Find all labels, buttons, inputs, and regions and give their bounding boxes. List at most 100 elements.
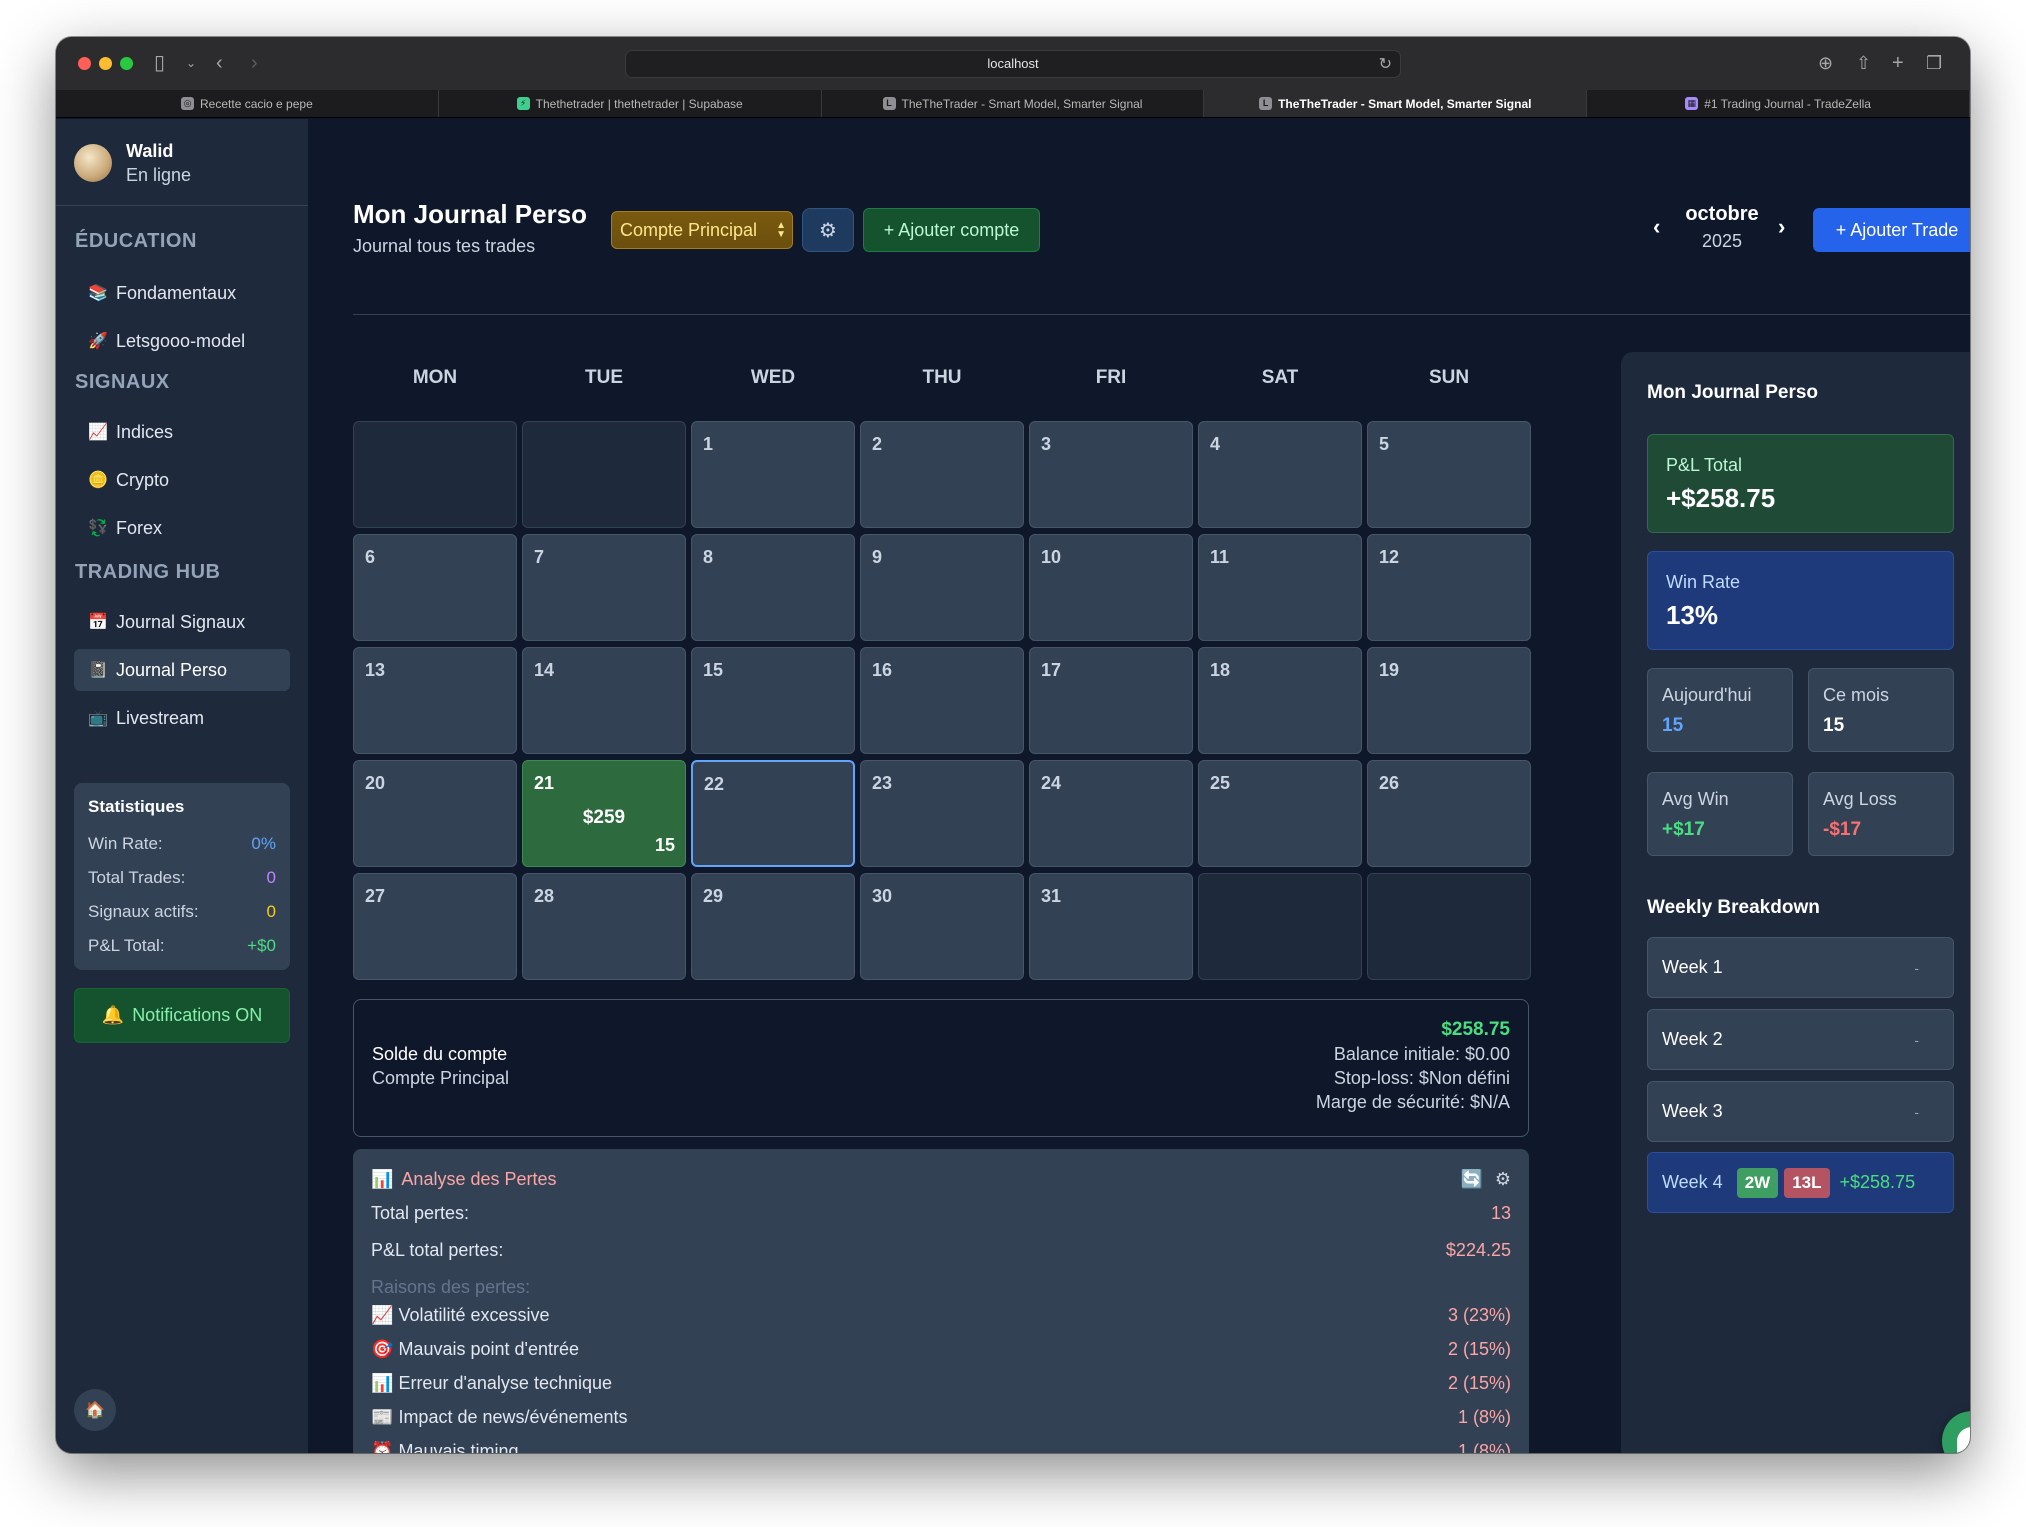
account-select[interactable]: Compte Principal ▲ ▼: [611, 211, 793, 249]
refresh-icon[interactable]: 🔄: [1460, 1169, 1482, 1190]
day-pnl: $259: [582, 807, 626, 828]
calendar-day[interactable]: 31: [1029, 873, 1193, 980]
calendar-day[interactable]: 16: [860, 647, 1024, 754]
day-number: 8: [703, 547, 714, 567]
browser-toolbar: ▯ ⌄ ‹ › localhost ↻ ⊕ ⇧ + ❐: [56, 37, 1970, 90]
loss-pnl-value: $224.25: [1445, 1240, 1511, 1260]
calendar-day[interactable]: 25: [1198, 760, 1362, 867]
minimize-window-button[interactable]: [99, 57, 112, 70]
calendar-day[interactable]: 6: [353, 534, 517, 641]
stat-value: 0: [266, 868, 276, 887]
next-month-button[interactable]: ›: [1778, 214, 1785, 240]
calendar-day[interactable]: 9: [860, 534, 1024, 641]
reason-value: 2 (15%): [1447, 1372, 1511, 1393]
calendar-day[interactable]: 20: [353, 760, 517, 867]
add-trade-button[interactable]: + Ajouter Trade: [1813, 208, 1970, 252]
sidebar-item-fondamentaux[interactable]: 📚 Fondamentaux: [74, 272, 290, 314]
sidebar-item-livestream[interactable]: 📺 Livestream: [74, 697, 290, 739]
calendar-day[interactable]: 10: [1029, 534, 1193, 641]
loss-pnl-row: P&L total pertes: $224.25: [371, 1240, 1511, 1261]
calendar-day[interactable]: 21 $259 15: [522, 760, 686, 867]
today-label: Aujourd'hui: [1662, 685, 1752, 705]
sidebar-item-crypto[interactable]: 🪙 Crypto: [74, 459, 290, 501]
section-title-trading-hub: TRADING HUB: [75, 561, 221, 583]
avg-loss-label: Avg Loss: [1823, 789, 1897, 809]
sidebar-item-letsgooo-model[interactable]: 🚀 Letsgooo-model: [74, 320, 290, 362]
avg-loss-card: Avg Loss -$17: [1808, 772, 1954, 856]
week-value: -: [1914, 1031, 1919, 1048]
tab-label: Thethetrader | thethetrader | Supabase: [535, 96, 743, 111]
tab-thethetrader-active[interactable]: L TheTheTrader - Smart Model, Smarter Sig…: [1204, 90, 1588, 117]
calendar-day[interactable]: 5: [1367, 421, 1531, 528]
pnl-total-card: P&L Total +$258.75: [1647, 434, 1954, 533]
avatar: [74, 144, 112, 182]
calendar-day[interactable]: 4: [1198, 421, 1362, 528]
calendar-day[interactable]: 22: [691, 760, 855, 867]
calendar-day[interactable]: 29: [691, 873, 855, 980]
back-icon[interactable]: ‹: [216, 51, 223, 75]
sidebar-item-journal-signaux[interactable]: 📅 Journal Signaux: [74, 601, 290, 643]
calendar-day[interactable]: 8: [691, 534, 855, 641]
gear-icon: ⚙: [819, 219, 837, 242]
weekday-label: SUN: [1428, 367, 1470, 388]
week-row[interactable]: Week 2 -: [1647, 1009, 1954, 1070]
calendar-day[interactable]: 12: [1367, 534, 1531, 641]
add-account-button[interactable]: + Ajouter compte: [863, 208, 1040, 252]
calendar-day[interactable]: 13: [353, 647, 517, 754]
tab-overview-icon[interactable]: ❐: [1926, 51, 1942, 75]
calendar-day[interactable]: 2: [860, 421, 1024, 528]
calendar-day[interactable]: 24: [1029, 760, 1193, 867]
account-settings-button[interactable]: ⚙: [802, 208, 854, 252]
user-profile[interactable]: Walid En ligne: [74, 139, 191, 187]
calendar-day-empty: [1198, 873, 1362, 980]
avg-win-value: +$17: [1662, 819, 1705, 840]
calendar-day[interactable]: 7: [522, 534, 686, 641]
new-tab-icon[interactable]: +: [1892, 51, 1904, 75]
prev-month-button[interactable]: ‹: [1653, 214, 1660, 240]
day-number: 21: [534, 773, 555, 793]
tab-thethetrader-1[interactable]: L TheTheTrader - Smart Model, Smarter Sig…: [822, 90, 1205, 117]
calendar-day[interactable]: 3: [1029, 421, 1193, 528]
sidebar-toggle-icon[interactable]: ▯: [154, 51, 165, 75]
sidebar-item-label: Journal Perso: [116, 659, 228, 680]
sidebar-item-indices[interactable]: 📈 Indices: [74, 411, 290, 453]
calendar-day[interactable]: 1: [691, 421, 855, 528]
calendar-day[interactable]: 28: [522, 873, 686, 980]
zoom-window-button[interactable]: [120, 57, 133, 70]
close-window-button[interactable]: [78, 57, 91, 70]
sidebar-item-journal-perso[interactable]: 📓 Journal Perso: [74, 649, 290, 691]
notifications-button[interactable]: 🔔 Notifications ON: [74, 988, 290, 1043]
forward-icon[interactable]: ›: [251, 51, 258, 75]
tab-tradezella[interactable]: ▦ #1 Trading Journal - TradeZella: [1587, 90, 1970, 117]
calendar-day-empty: [522, 421, 686, 528]
gear-icon[interactable]: ⚙: [1495, 1169, 1511, 1190]
losses-badge: 13L: [1784, 1167, 1830, 1198]
favicon-icon: ◎: [181, 97, 195, 110]
stat-label: Win Rate:: [88, 834, 163, 853]
week-row[interactable]: Week 3 -: [1647, 1081, 1954, 1142]
chevron-down-icon[interactable]: ⌄: [186, 51, 196, 75]
home-button[interactable]: 🏠: [74, 1389, 116, 1431]
week-row-active[interactable]: Week 4 2W 13L +$258.75: [1647, 1152, 1954, 1213]
calendar-day[interactable]: 23: [860, 760, 1024, 867]
address-bar[interactable]: localhost ↻: [625, 50, 1401, 78]
calendar-day[interactable]: 19: [1367, 647, 1531, 754]
week-row[interactable]: Week 1 -: [1647, 937, 1954, 998]
calendar-day[interactable]: 26: [1367, 760, 1531, 867]
calendar-day[interactable]: 27: [353, 873, 517, 980]
share-icon[interactable]: ⇧: [1856, 51, 1871, 75]
calendar-day[interactable]: 11: [1198, 534, 1362, 641]
tab-supabase[interactable]: ⚡ Thethetrader | thethetrader | Supabase: [439, 90, 822, 117]
chart-up-icon: 📈: [371, 1304, 394, 1325]
calendar-day[interactable]: 30: [860, 873, 1024, 980]
tab-recette[interactable]: ◎ Recette cacio e pepe: [56, 90, 439, 117]
sidebar-item-forex[interactable]: 💱 Forex: [74, 507, 290, 549]
calendar-day[interactable]: 15: [691, 647, 855, 754]
tab-label: Recette cacio e pepe: [200, 96, 313, 111]
download-icon[interactable]: ⊕: [1818, 51, 1833, 75]
reload-icon[interactable]: ↻: [1379, 54, 1392, 74]
calendar-day[interactable]: 14: [522, 647, 686, 754]
user-name: Walid: [126, 141, 174, 161]
calendar-day[interactable]: 17: [1029, 647, 1193, 754]
calendar-day[interactable]: 18: [1198, 647, 1362, 754]
